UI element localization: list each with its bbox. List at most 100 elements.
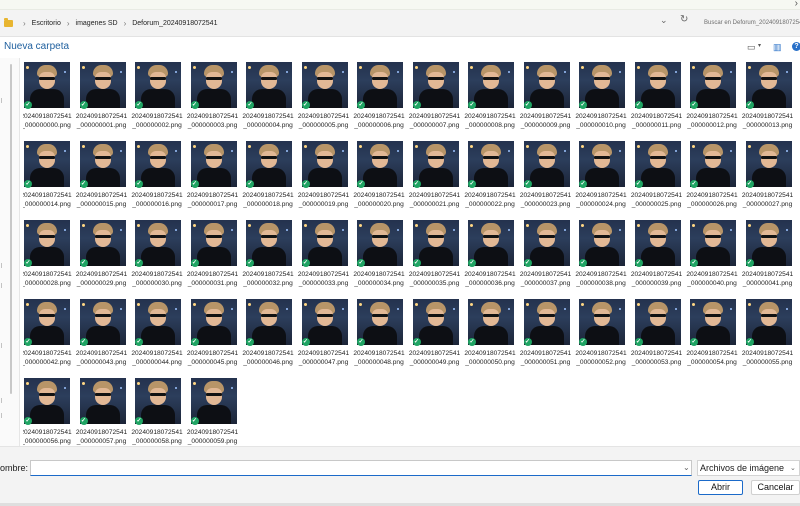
file-name-label: 20240918072541_000000028.png <box>23 271 72 287</box>
preview-pane-icon[interactable]: ▥ <box>773 42 782 53</box>
sync-status-check-icon: ✓ <box>579 180 587 188</box>
filename-history-chevron-icon[interactable]: ⌄ <box>683 463 690 472</box>
file-tile[interactable]: ✓ 20240918072541_000000038.png <box>575 220 630 300</box>
file-tile[interactable]: ✓ 20240918072541_000000003.png <box>186 62 242 142</box>
file-tile[interactable]: ✓ 20240918072541_000000006.png <box>353 62 408 142</box>
file-tile[interactable]: ✓ 20240918072541_000000015.png <box>76 141 131 221</box>
file-tile[interactable]: ✓ 20240918072541_000000052.png <box>575 299 630 379</box>
file-tile[interactable]: ✓ 20240918072541_000000033.png <box>298 220 353 300</box>
view-options-icon[interactable]: ▭ <box>747 42 756 53</box>
file-tile[interactable]: ✓ 20240918072541_000000051.png <box>520 299 575 379</box>
file-tile[interactable]: ✓ 20240918072541_000000029.png <box>76 220 131 300</box>
file-tile[interactable]: ✓ 20240918072541_000000001.png <box>75 62 131 142</box>
new-folder-button[interactable]: Nueva carpeta <box>4 41 69 52</box>
file-tile[interactable]: ✓ 20240918072541_000000005.png <box>298 62 353 142</box>
file-tile[interactable]: ✓ 20240918072541_000000048.png <box>353 299 408 379</box>
file-tile[interactable]: ✓ 20240918072541_000000046.png <box>242 299 297 379</box>
file-tile[interactable]: ✓ 20240918072541_000000004.png <box>242 62 297 142</box>
file-tile[interactable]: ✓ 20240918072541_000000021.png <box>409 141 464 221</box>
file-tile[interactable]: ✓ 20240918072541_000000019.png <box>298 141 353 221</box>
file-tile[interactable]: ✓ 20240918072541_000000050.png <box>464 299 519 379</box>
sync-status-check-icon: ✓ <box>135 259 143 267</box>
file-tile[interactable]: ✓ 20240918072541_000000027.png <box>742 141 797 221</box>
view-dropdown-chevron-icon[interactable]: ▾ <box>758 42 761 49</box>
nav-pane-marker: | <box>1 283 3 289</box>
chevron-right-icon[interactable]: › <box>795 0 798 9</box>
window-top-strip: › <box>0 0 800 10</box>
address-history-chevron-icon[interactable]: ⌄ <box>660 15 668 26</box>
help-icon[interactable]: ? <box>792 42 800 51</box>
file-tile[interactable]: ✓ 20240918072541_000000000.png <box>23 62 75 142</box>
file-tile[interactable]: ✓ 20240918072541_000000035.png <box>409 220 464 300</box>
breadcrumb-item-escritorio[interactable]: Escritorio <box>31 19 62 28</box>
file-type-select[interactable]: Archivos de imágene <box>697 460 800 476</box>
file-name-label: 20240918072541_000000001.png <box>75 113 128 129</box>
file-name-label: 20240918072541_000000052.png <box>575 350 627 366</box>
file-tile[interactable]: ✓ 20240918072541_000000009.png <box>520 62 575 142</box>
cancel-button[interactable]: Cancelar <box>751 480 800 495</box>
file-tile[interactable]: ✓ 20240918072541_000000007.png <box>409 62 464 142</box>
file-tile[interactable]: ✓ 20240918072541_000000044.png <box>131 299 186 379</box>
sync-status-check-icon: ✓ <box>579 101 587 109</box>
breadcrumb-item-current-folder[interactable]: Deforum_20240918072541 <box>131 19 218 28</box>
file-tile[interactable]: ✓ 20240918072541_000000026.png <box>686 141 741 221</box>
file-tile[interactable]: ✓ 20240918072541_000000016.png <box>131 141 186 221</box>
file-tile[interactable]: ✓ 20240918072541_000000045.png <box>187 299 242 379</box>
file-tile[interactable]: ✓ 20240918072541_000000013.png <box>742 62 797 142</box>
file-thumbnail <box>357 299 403 345</box>
filename-input[interactable] <box>30 460 692 476</box>
file-name-label: 20240918072541_000000058.png <box>131 429 183 445</box>
file-tile[interactable]: ✓ 20240918072541_000000032.png <box>242 220 297 300</box>
file-tile[interactable]: ✓ 20240918072541_000000025.png <box>631 141 686 221</box>
file-name-label: 20240918072541_000000003.png <box>186 113 239 129</box>
file-tile[interactable]: ✓ 20240918072541_000000036.png <box>464 220 519 300</box>
file-tile[interactable]: ✓ 20240918072541_000000059.png <box>187 378 242 446</box>
file-tile[interactable]: ✓ 20240918072541_000000011.png <box>631 62 686 142</box>
file-tile[interactable]: ✓ 20240918072541_000000022.png <box>464 141 519 221</box>
nav-pane-scrollbar[interactable] <box>10 64 12 394</box>
file-tile[interactable]: ✓ 20240918072541_000000041.png <box>742 220 797 300</box>
file-type-chevron-icon[interactable]: ⌄ <box>790 464 796 472</box>
sync-status-check-icon: ✓ <box>190 338 199 346</box>
file-tile[interactable]: ✓ 20240918072541_000000053.png <box>631 299 686 379</box>
refresh-icon[interactable]: ↻ <box>680 14 688 25</box>
sync-status-check-icon: ✓ <box>79 417 88 425</box>
file-name-label: 20240918072541_000000055.png <box>741 350 794 366</box>
file-tile[interactable]: ✓ 20240918072541_000000028.png <box>23 220 75 300</box>
breadcrumb-item-imagenes-sd[interactable]: imagenes SD <box>75 19 119 28</box>
file-tile[interactable]: ✓ 20240918072541_000000034.png <box>353 220 408 300</box>
sync-status-check-icon: ✓ <box>24 180 32 188</box>
file-tile[interactable]: ✓ 20240918072541_000000047.png <box>298 299 353 379</box>
file-tile[interactable]: ✓ 20240918072541_000000039.png <box>631 220 686 300</box>
file-tile[interactable]: ✓ 20240918072541_000000031.png <box>187 220 242 300</box>
file-tile[interactable]: ✓ 20240918072541_000000042.png <box>23 299 75 379</box>
file-tile[interactable]: ✓ 20240918072541_000000014.png <box>23 141 75 221</box>
sync-status-check-icon: ✓ <box>634 338 643 346</box>
file-tile[interactable]: ✓ 20240918072541_000000049.png <box>409 299 464 379</box>
file-tile[interactable]: ✓ 20240918072541_000000055.png <box>741 299 797 379</box>
file-tile[interactable]: ✓ 20240918072541_000000037.png <box>520 220 575 300</box>
sync-status-check-icon: ✓ <box>24 338 32 346</box>
file-tile[interactable]: ✓ 20240918072541_000000002.png <box>131 62 186 142</box>
sync-status-check-icon: ✓ <box>24 417 32 425</box>
file-tile[interactable]: ✓ 20240918072541_000000040.png <box>686 220 741 300</box>
file-tile[interactable]: ✓ 20240918072541_000000023.png <box>520 141 575 221</box>
sync-status-check-icon: ✓ <box>357 338 365 346</box>
file-tile[interactable]: ✓ 20240918072541_000000030.png <box>131 220 186 300</box>
file-tile[interactable]: ✓ 20240918072541_000000010.png <box>575 62 630 142</box>
file-tile[interactable]: ✓ 20240918072541_000000054.png <box>686 299 741 379</box>
file-tile[interactable]: ✓ 20240918072541_000000056.png <box>23 378 75 446</box>
file-tile[interactable]: ✓ 20240918072541_000000024.png <box>575 141 630 221</box>
file-tile[interactable]: ✓ 20240918072541_000000017.png <box>187 141 242 221</box>
file-tile[interactable]: ✓ 20240918072541_000000058.png <box>131 378 186 446</box>
file-tile[interactable]: ✓ 20240918072541_000000043.png <box>76 299 131 379</box>
file-name-label: 20240918072541_000000057.png <box>75 429 128 445</box>
file-tile[interactable]: ✓ 20240918072541_000000008.png <box>464 62 519 142</box>
file-tile[interactable]: ✓ 20240918072541_000000018.png <box>242 141 297 221</box>
search-input[interactable]: Buscar en Deforum_2024091807254... <box>700 13 800 34</box>
file-tile[interactable]: ✓ 20240918072541_000000057.png <box>75 378 131 446</box>
file-tile[interactable]: ✓ 20240918072541_000000012.png <box>686 62 741 142</box>
open-button[interactable]: Abrir <box>698 480 743 495</box>
sync-status-check-icon: ✓ <box>190 101 199 109</box>
file-tile[interactable]: ✓ 20240918072541_000000020.png <box>353 141 408 221</box>
